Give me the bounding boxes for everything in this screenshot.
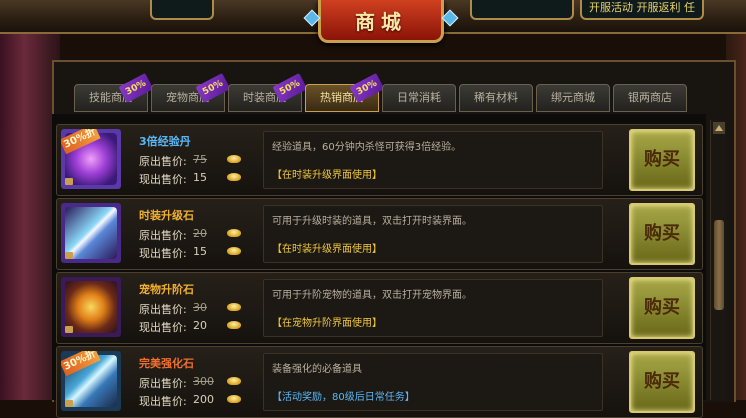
buy-button[interactable]: 购买: [629, 203, 695, 265]
gold-ingot-icon: [227, 321, 241, 329]
scrollbar[interactable]: [710, 120, 727, 400]
original-price-label: 原出售价:: [139, 303, 187, 316]
gold-ingot-icon: [227, 377, 241, 385]
list-item: 30%折 完美强化石 原出售价: 300 现出售价: 200 装备强化的必备道具…: [56, 346, 703, 418]
item-name: 完美强化石: [139, 357, 194, 370]
gold-ingot-icon: [227, 247, 241, 255]
original-price-label: 原出售价:: [139, 229, 187, 242]
lock-icon: [65, 178, 73, 185]
current-price: 15: [193, 171, 207, 184]
lock-icon: [65, 326, 73, 333]
top-right-panel: 开服活动 开服返利 任: [580, 0, 704, 20]
gold-ingot-icon: [227, 173, 241, 181]
tab-hot-shop[interactable]: 热销商店 30%: [305, 73, 385, 112]
item-name: 3倍经验丹: [139, 135, 191, 148]
list-item: 时装升级石 原出售价: 20 现出售价: 15 可用于升级时装的道具，双击打开时…: [56, 198, 703, 270]
item-description: 经验道具，60分钟内杀怪可获得3倍经验。: [272, 142, 462, 153]
usage-link[interactable]: 【活动奖励，80级后日常任务】: [272, 388, 415, 403]
current-price: 15: [193, 245, 207, 258]
item-description: 可用于升阶宠物的道具，双击打开宠物界面。: [272, 290, 472, 301]
description-box: 装备强化的必备道具 【活动奖励，80级后日常任务】: [263, 353, 603, 411]
item-name: 宠物升阶石: [139, 283, 194, 296]
tab-silver-shop[interactable]: 银两商店: [613, 84, 687, 112]
gold-ingot-icon: [227, 303, 241, 311]
current-price: 20: [193, 319, 207, 332]
gold-ingot-icon: [227, 395, 241, 403]
top-middle-panel: [470, 0, 574, 20]
original-price: 20: [193, 227, 207, 240]
title-plate: 商城: [318, 0, 444, 43]
scroll-thumb[interactable]: [714, 220, 724, 310]
description-box: 可用于升阶宠物的道具，双击打开宠物界面。 【在宠物升阶界面使用】: [263, 279, 603, 337]
gold-ingot-icon: [227, 229, 241, 237]
original-price-label: 原出售价:: [139, 377, 187, 390]
lock-icon: [65, 400, 73, 407]
original-price: 75: [193, 153, 207, 166]
buy-button[interactable]: 购买: [629, 351, 695, 413]
left-background-art: [0, 0, 60, 400]
item-icon-frame: [61, 203, 121, 263]
tab-label: 日常消耗: [397, 91, 441, 104]
list-item: 30%折 3倍经验丹 原出售价: 75 现出售价: 15 经验道具，60分钟内杀…: [56, 124, 703, 196]
current-price-label: 现出售价:: [139, 173, 187, 186]
usage-link[interactable]: 【在宠物升阶界面使用】: [272, 314, 382, 329]
scroll-up-button[interactable]: [713, 122, 725, 134]
tab-fashion-shop[interactable]: 时装商店 50%: [228, 73, 308, 112]
item-icon-frame: 30%折: [61, 351, 121, 411]
current-price-label: 现出售价:: [139, 395, 187, 408]
usage-link[interactable]: 【在时装升级界面使用】: [272, 240, 382, 255]
gold-ingot-icon: [227, 155, 241, 163]
item-icon-frame: [61, 277, 121, 337]
original-price: 30: [193, 301, 207, 314]
item-description: 装备强化的必备道具: [272, 364, 362, 375]
tab-bound-yuan-shop[interactable]: 绑元商城: [536, 84, 610, 112]
amber-stone-icon: [65, 281, 117, 333]
current-price-label: 现出售价:: [139, 321, 187, 334]
item-name: 时装升级石: [139, 209, 194, 222]
usage-link[interactable]: 【在时装升级界面使用】: [272, 166, 382, 181]
tab-label: 稀有材料: [474, 91, 518, 104]
tab-pet-shop[interactable]: 宠物商店 50%: [151, 73, 231, 112]
buy-button[interactable]: 购买: [629, 129, 695, 191]
list-item: 宠物升阶石 原出售价: 30 现出售价: 20 可用于升阶宠物的道具，双击打开宠…: [56, 272, 703, 344]
top-left-panel: [150, 0, 214, 20]
item-description: 可用于升级时装的道具，双击打开时装界面。: [272, 216, 472, 227]
tab-label: 银两商店: [628, 91, 672, 104]
tab-skill-shop[interactable]: 技能商店 30%: [74, 73, 154, 112]
tab-label: 绑元商城: [551, 91, 595, 104]
crystal-icon: [65, 207, 117, 259]
original-price: 300: [193, 375, 214, 388]
current-price-label: 现出售价:: [139, 247, 187, 260]
description-box: 可用于升级时装的道具，双击打开时装界面。 【在时装升级界面使用】: [263, 205, 603, 263]
item-icon-frame: 30%折: [61, 129, 121, 189]
tab-daily-consumables[interactable]: 日常消耗: [382, 84, 456, 112]
buy-button[interactable]: 购买: [629, 277, 695, 339]
description-box: 经验道具，60分钟内杀怪可获得3倍经验。 【在时装升级界面使用】: [263, 131, 603, 189]
item-list: 30%折 3倍经验丹 原出售价: 75 现出售价: 15 经验道具，60分钟内杀…: [52, 114, 706, 418]
original-price-label: 原出售价:: [139, 155, 187, 168]
lock-icon: [65, 252, 73, 259]
tab-rare-materials[interactable]: 稀有材料: [459, 84, 533, 112]
tab-bar: 技能商店 30% 宠物商店 50% 时装商店 50% 热销商店 30% 日常消耗…: [70, 73, 710, 114]
page-title: 商城: [355, 10, 407, 34]
